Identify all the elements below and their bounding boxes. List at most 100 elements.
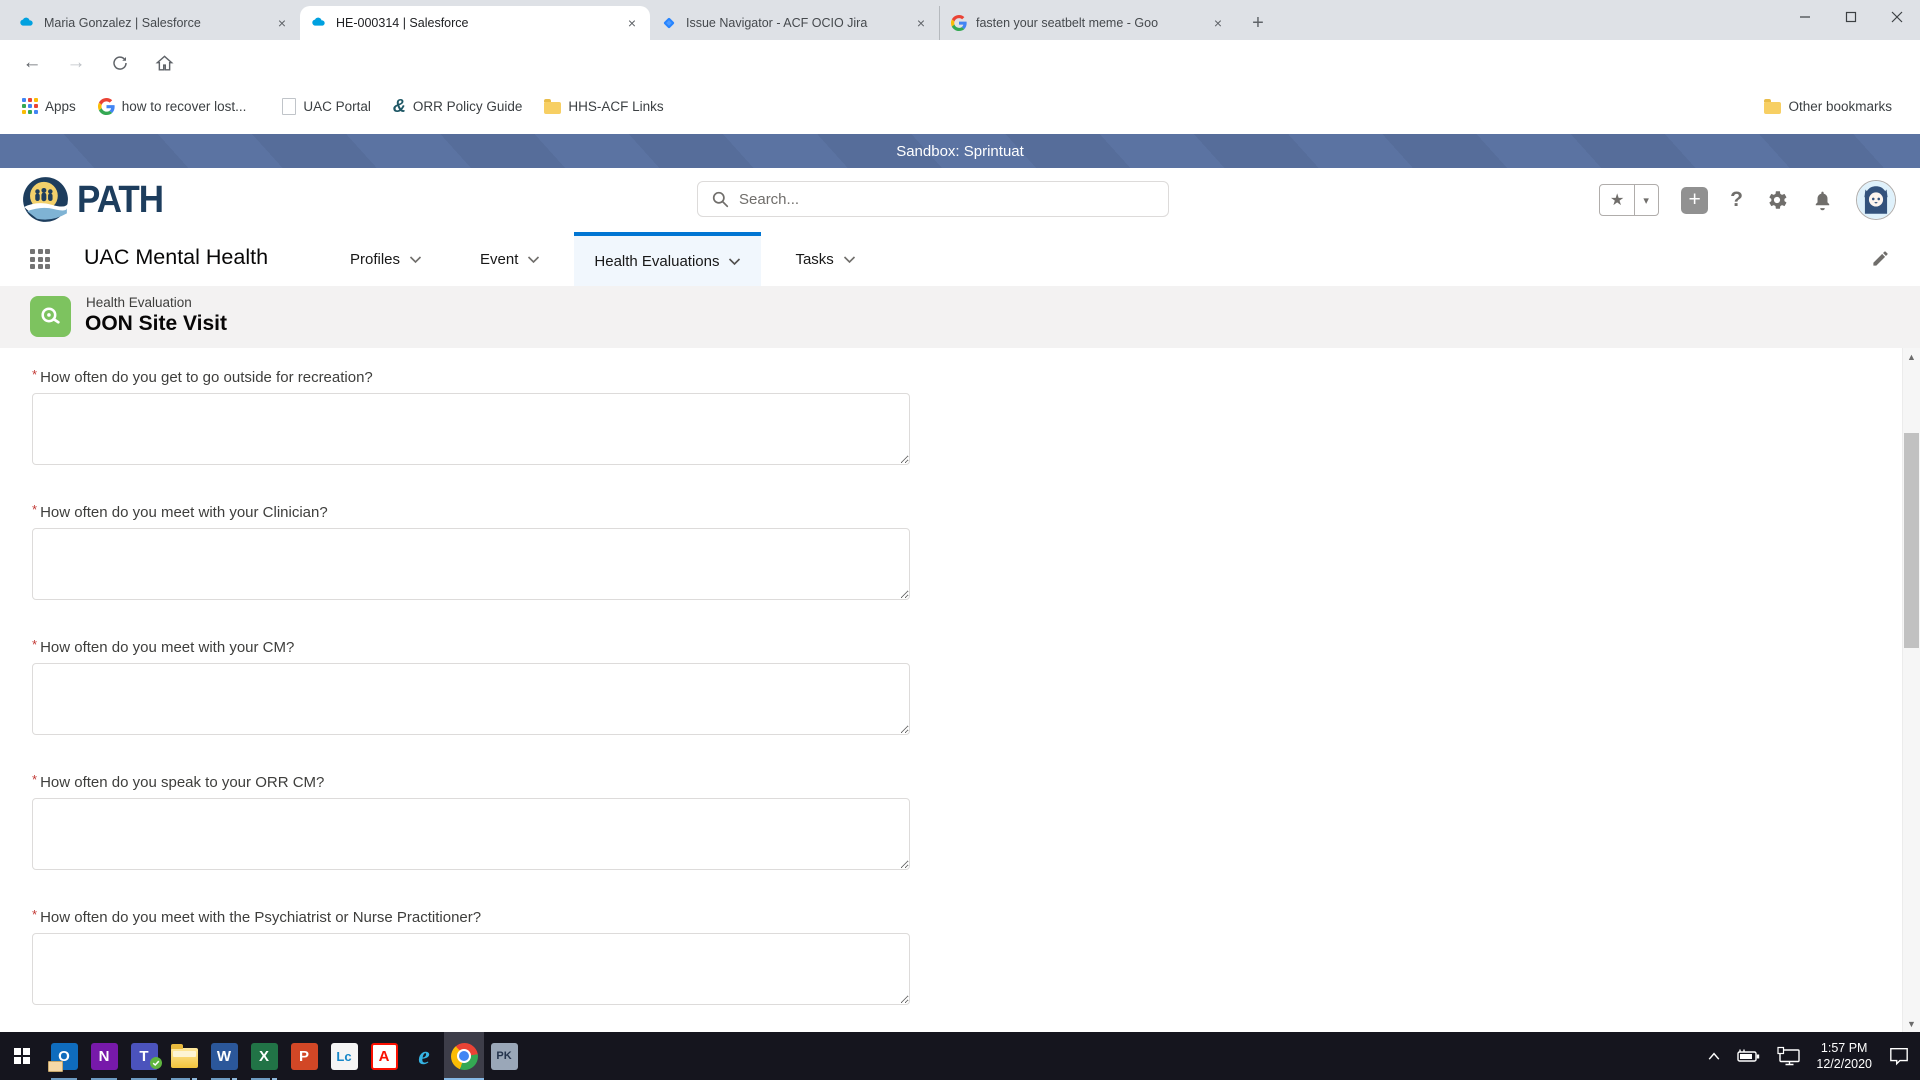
path-logo-icon xyxy=(22,176,69,223)
other-bookmarks-button[interactable]: Other bookmarks xyxy=(1764,99,1892,114)
field-label: *How often do you meet with your Clinici… xyxy=(32,504,1920,523)
network-display-icon[interactable] xyxy=(1776,1046,1802,1066)
google-g-icon xyxy=(98,98,115,115)
tab-title: Maria Gonzalez | Salesforce xyxy=(44,16,268,30)
acrobat-icon: A xyxy=(371,1043,398,1070)
window-close-button[interactable] xyxy=(1874,0,1920,34)
favorite-star-icon[interactable]: ★ xyxy=(1600,185,1635,215)
browser-tab-he-000314[interactable]: HE-000314 | Salesforce × xyxy=(300,6,650,40)
tray-show-hidden-icons[interactable] xyxy=(1706,1049,1722,1063)
required-asterisk: * xyxy=(32,637,37,652)
livecycle-icon: Lc xyxy=(331,1043,358,1070)
nav-tab-event[interactable]: Event xyxy=(460,232,560,286)
taskbar-acrobat[interactable]: A xyxy=(364,1032,404,1080)
global-search-box[interactable] xyxy=(697,181,1169,217)
field-label: *How often do you meet with your CM? xyxy=(32,639,1920,658)
favorites-button[interactable]: ★ ▾ xyxy=(1599,184,1659,216)
taskbar-clock[interactable]: 1:57 PM 12/2/2020 xyxy=(1816,1040,1872,1072)
header-icons: ★ ▾ + ? xyxy=(1599,168,1896,232)
field-label: *How often do you meet with the Psychiat… xyxy=(32,909,1920,928)
taskbar-livecycle[interactable]: Lc xyxy=(324,1032,364,1080)
nav-tab-tasks[interactable]: Tasks xyxy=(775,232,875,286)
scroll-down-icon[interactable]: ▼ xyxy=(1903,1015,1920,1032)
scrollbar-thumb[interactable] xyxy=(1904,433,1919,648)
taskbar-excel[interactable]: X xyxy=(244,1032,284,1080)
taskbar-onenote[interactable]: N xyxy=(84,1032,124,1080)
word-icon: W xyxy=(211,1043,238,1070)
field-textarea-meet-clinician[interactable] xyxy=(32,528,910,600)
nav-tab-health-evaluations[interactable]: Health Evaluations xyxy=(574,232,761,286)
taskbar-pkzip[interactable]: PK xyxy=(484,1032,524,1080)
object-label: Health Evaluation xyxy=(86,295,192,310)
salesforce-header: PATH ★ ▾ + ? xyxy=(0,168,1920,232)
edit-nav-pencil-icon[interactable] xyxy=(1871,249,1890,273)
tab-close-icon[interactable]: × xyxy=(274,15,290,31)
start-button[interactable] xyxy=(0,1032,44,1080)
chevron-down-icon xyxy=(527,255,540,264)
field-textarea-psychiatrist-np[interactable] xyxy=(32,933,910,1005)
pkzip-icon: PK xyxy=(491,1043,518,1070)
nav-tab-profiles[interactable]: Profiles xyxy=(330,232,442,286)
action-center-icon[interactable] xyxy=(1888,1046,1910,1066)
chevron-down-icon xyxy=(728,257,741,266)
taskbar-chrome[interactable] xyxy=(444,1032,484,1080)
powerpoint-icon: P xyxy=(291,1043,318,1070)
field-group: *How often do you meet with your CM? xyxy=(32,639,1920,735)
salesforce-cloud-icon xyxy=(310,14,328,32)
field-textarea-outside-recreation[interactable] xyxy=(32,393,910,465)
scroll-up-icon[interactable]: ▲ xyxy=(1903,348,1920,365)
notifications-bell-icon[interactable] xyxy=(1811,189,1834,212)
window-maximize-button[interactable] xyxy=(1828,0,1874,34)
browser-tab-strip: Maria Gonzalez | Salesforce × HE-000314 … xyxy=(0,0,1920,40)
new-tab-button[interactable]: + xyxy=(1244,9,1272,37)
folder-icon xyxy=(544,102,561,114)
app-launcher-icon[interactable] xyxy=(30,249,52,271)
record-page-header: Health Evaluation OON Site Visit xyxy=(0,286,1920,349)
bookmark-hhs-acf-links[interactable]: HHS-ACF Links xyxy=(544,99,663,114)
chevron-down-icon xyxy=(409,255,422,264)
setup-gear-icon[interactable] xyxy=(1765,188,1789,212)
tab-close-icon[interactable]: × xyxy=(1210,15,1226,31)
taskbar-outlook[interactable]: O xyxy=(44,1032,84,1080)
browser-tab-maria-gonzalez[interactable]: Maria Gonzalez | Salesforce × xyxy=(8,6,300,40)
field-group: *How often do you speak to your ORR CM? xyxy=(32,774,1920,870)
excel-icon: X xyxy=(251,1043,278,1070)
back-button[interactable]: ← xyxy=(20,51,44,75)
bookmark-uac-portal[interactable]: UAC Portal xyxy=(282,98,371,115)
user-avatar[interactable] xyxy=(1856,180,1896,220)
search-input[interactable] xyxy=(737,190,1168,209)
sandbox-banner-text: Sandbox: Sprintuat xyxy=(896,143,1024,160)
browser-tab-google-search[interactable]: fasten your seatbelt meme - Goo × xyxy=(940,6,1236,40)
field-group: *How often do you meet with the Psychiat… xyxy=(32,909,1920,1005)
windows-start-icon xyxy=(14,1048,30,1064)
field-textarea-speak-orr-cm[interactable] xyxy=(32,798,910,870)
bookmark-how-to-recover[interactable]: how to recover lost... xyxy=(98,98,247,115)
chrome-icon xyxy=(451,1043,478,1070)
app-navigation-bar: UAC Mental Health Profiles Event Health … xyxy=(0,232,1920,287)
tab-close-icon[interactable]: × xyxy=(913,15,929,31)
field-textarea-meet-cm[interactable] xyxy=(32,663,910,735)
tab-close-icon[interactable]: × xyxy=(624,15,640,31)
global-actions-icon[interactable]: + xyxy=(1681,187,1708,214)
battery-icon[interactable] xyxy=(1736,1048,1762,1064)
browser-tab-jira[interactable]: Issue Navigator - ACF OCIO Jira × xyxy=(650,6,940,40)
clock-date: 12/2/2020 xyxy=(1816,1056,1872,1072)
bookmark-orr-policy-guide[interactable]: & ORR Policy Guide xyxy=(393,96,523,117)
taskbar-internet-explorer[interactable]: e xyxy=(404,1032,444,1080)
reload-icon[interactable] xyxy=(108,51,132,75)
taskbar-file-explorer[interactable] xyxy=(164,1032,204,1080)
folder-icon xyxy=(1764,102,1781,114)
field-label: *How often do you speak to your ORR CM? xyxy=(32,774,1920,793)
help-icon[interactable]: ? xyxy=(1730,188,1743,212)
window-minimize-button[interactable] xyxy=(1782,0,1828,34)
vertical-scrollbar[interactable]: ▲ ▼ xyxy=(1902,348,1920,1032)
bookmark-apps[interactable]: Apps xyxy=(22,98,76,114)
taskbar-powerpoint[interactable]: P xyxy=(284,1032,324,1080)
taskbar-teams[interactable]: T xyxy=(124,1032,164,1080)
health-evaluation-object-icon xyxy=(30,296,71,337)
taskbar-word[interactable]: W xyxy=(204,1032,244,1080)
forward-button[interactable]: → xyxy=(64,51,88,75)
home-icon[interactable] xyxy=(152,51,176,75)
favorites-dropdown-icon[interactable]: ▾ xyxy=(1635,185,1657,215)
search-icon xyxy=(712,191,729,208)
